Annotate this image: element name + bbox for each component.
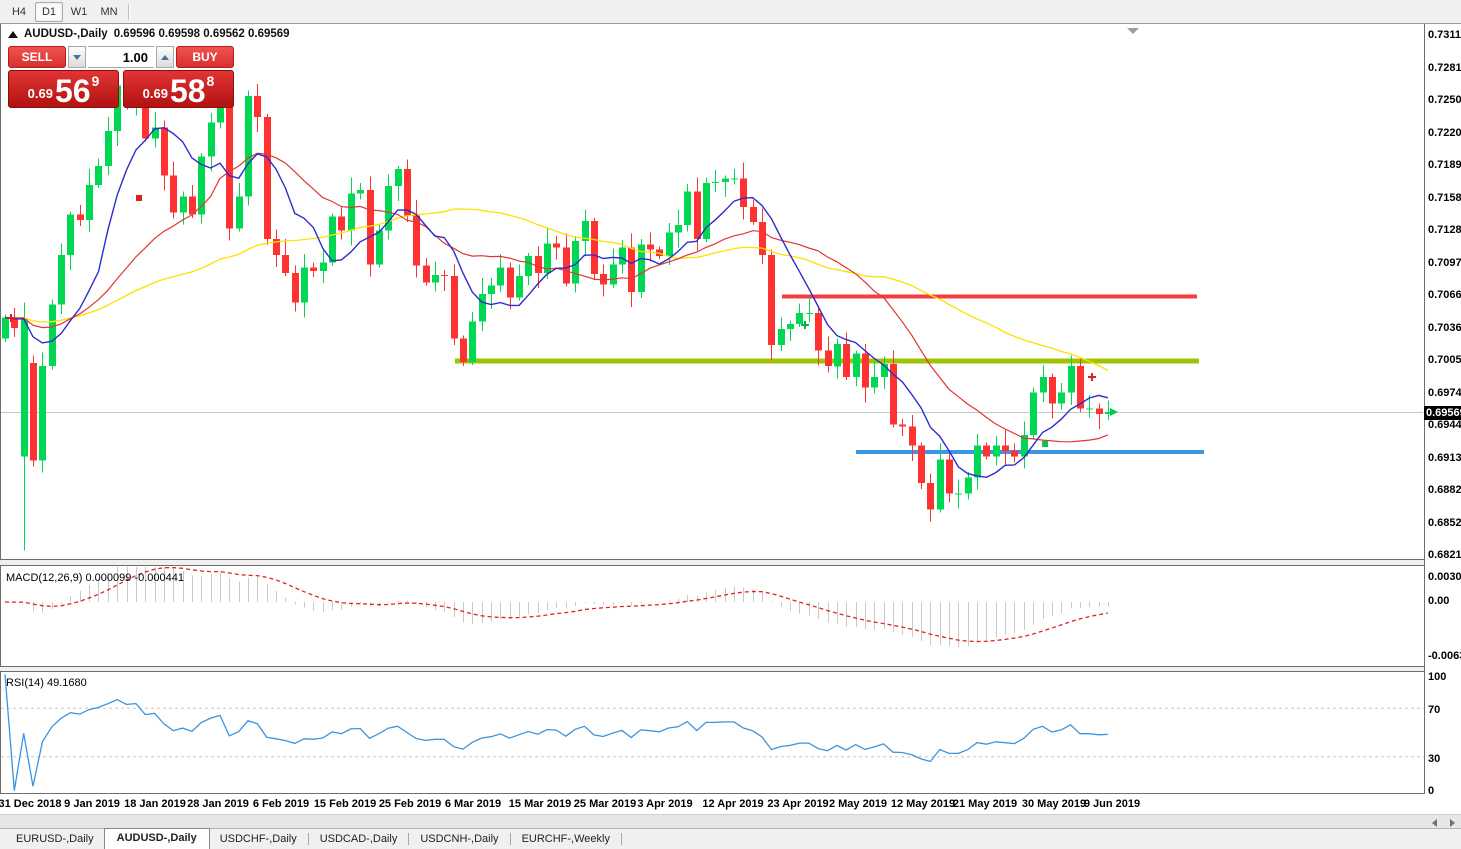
toolbar-separator bbox=[128, 4, 130, 20]
macd-axis-label: 0.00 bbox=[1428, 595, 1449, 607]
price-axis-label: 0.69745 bbox=[1428, 387, 1461, 399]
chart-ohlc-values: 0.69596 0.69598 0.69562 0.69569 bbox=[114, 28, 290, 40]
time-axis-label: 6 Mar 2019 bbox=[445, 798, 501, 810]
tab-separator bbox=[621, 833, 622, 845]
price-axis-label: 0.71280 bbox=[1428, 224, 1461, 236]
timeframe-button-d1[interactable]: D1 bbox=[35, 2, 63, 22]
sell-price-base: 0.69 bbox=[28, 86, 53, 101]
tab-separator bbox=[308, 833, 309, 845]
price-axis-label: 0.71585 bbox=[1428, 192, 1461, 204]
buy-price-big: 58 bbox=[170, 77, 206, 105]
time-axis-label: 12 Apr 2019 bbox=[702, 798, 763, 810]
price-axis-label: 0.68210 bbox=[1428, 549, 1461, 561]
macd-axis-label: 0.003035 bbox=[1428, 571, 1461, 583]
volume-decrease-button[interactable] bbox=[68, 46, 86, 68]
tab-separator bbox=[510, 833, 511, 845]
time-axis-label: 28 Jan 2019 bbox=[187, 798, 249, 810]
volume-input[interactable] bbox=[88, 46, 154, 68]
time-axis-label: 15 Mar 2019 bbox=[509, 798, 571, 810]
price-axis-label: 0.72505 bbox=[1428, 94, 1461, 106]
time-axis-label: 23 Apr 2019 bbox=[767, 798, 828, 810]
macd-label: MACD(12,26,9) 0.000099 -0.000441 bbox=[6, 572, 184, 584]
bottom-scroll-strip bbox=[0, 814, 1461, 829]
rsi-axis-label: 0 bbox=[1428, 785, 1434, 797]
chart-scroll-marker-icon[interactable] bbox=[1127, 28, 1139, 34]
rsi-label: RSI(14) 49.1680 bbox=[6, 677, 87, 689]
arrow-down-icon bbox=[73, 55, 81, 60]
time-axis-label: 12 May 2019 bbox=[891, 798, 955, 810]
sell-price-tile[interactable]: 0.69 56 9 bbox=[8, 70, 119, 108]
sell-price-big: 56 bbox=[55, 77, 91, 105]
chart-symbol-label: AUDUSD-,Daily bbox=[24, 28, 108, 40]
price-axis-label: 0.71890 bbox=[1428, 159, 1461, 171]
chart-tab-eurchf[interactable]: EURCHF-,Weekly bbox=[512, 830, 620, 849]
tab-separator bbox=[408, 833, 409, 845]
time-axis-label: 25 Feb 2019 bbox=[379, 798, 441, 810]
rsi-axis-label: 100 bbox=[1428, 671, 1446, 683]
chart-tab-usdcad[interactable]: USDCAD-,Daily bbox=[310, 830, 408, 849]
arrow-up-icon bbox=[161, 55, 169, 60]
timeframe-button-mn[interactable]: MN bbox=[95, 2, 123, 22]
price-axis-label: 0.70970 bbox=[1428, 257, 1461, 269]
price-axis-label: 0.68825 bbox=[1428, 484, 1461, 496]
current-price-tag: 0.69569 bbox=[1424, 406, 1461, 420]
macd-pane[interactable] bbox=[0, 566, 1425, 667]
price-axis-label: 0.70665 bbox=[1428, 289, 1461, 301]
chart-tab-eurusd[interactable]: EURUSD-,Daily bbox=[6, 830, 104, 849]
time-axis-label: 31 Dec 2018 bbox=[0, 798, 62, 810]
time-axis-label: 15 Feb 2019 bbox=[314, 798, 376, 810]
buy-button[interactable]: BUY bbox=[176, 46, 234, 68]
sell-price-sup: 9 bbox=[92, 73, 100, 89]
volume-increase-button[interactable] bbox=[156, 46, 174, 68]
time-axis-label: 9 Jan 2019 bbox=[64, 798, 120, 810]
chart-tab-bar: EURUSD-,DailyAUDUSD-,DailyUSDCHF-,DailyU… bbox=[0, 828, 1461, 849]
chart-tab-usdcnh[interactable]: USDCNH-,Daily bbox=[410, 830, 508, 849]
time-axis-label: 21 May 2019 bbox=[953, 798, 1017, 810]
chart-tab-audusd[interactable]: AUDUSD-,Daily bbox=[104, 828, 210, 849]
sell-button[interactable]: SELL bbox=[8, 46, 66, 68]
buy-price-base: 0.69 bbox=[143, 86, 168, 101]
scroll-right-icon[interactable] bbox=[1450, 819, 1455, 827]
price-axis-label: 0.72200 bbox=[1428, 127, 1461, 139]
macd-axis-label: -0.006311 bbox=[1428, 650, 1461, 662]
price-axis-label: 0.72810 bbox=[1428, 62, 1461, 74]
chart-title: AUDUSD-,Daily 0.69596 0.69598 0.69562 0.… bbox=[8, 28, 290, 40]
mt4-window: H4D1W1MN AUDUSD-,Daily 0.69596 0.69598 0… bbox=[0, 0, 1461, 849]
buy-price-tile[interactable]: 0.69 58 8 bbox=[123, 70, 234, 108]
price-axis-label: 0.73115 bbox=[1428, 29, 1461, 41]
scroll-left-icon[interactable] bbox=[1432, 819, 1437, 827]
one-click-trading-panel: SELL BUY 0.69 56 9 0.69 58 8 bbox=[8, 46, 234, 108]
timeframe-button-h4[interactable]: H4 bbox=[5, 2, 33, 22]
rsi-pane[interactable] bbox=[0, 672, 1425, 794]
time-axis-label: 18 Jan 2019 bbox=[124, 798, 186, 810]
rsi-axis-label: 70 bbox=[1428, 704, 1440, 716]
rsi-axis-label: 30 bbox=[1428, 753, 1440, 765]
timeframe-toolbar: H4D1W1MN bbox=[0, 0, 1461, 24]
price-axis-label: 0.68520 bbox=[1428, 517, 1461, 529]
time-axis-label: 9 Jun 2019 bbox=[1084, 798, 1140, 810]
time-axis-label: 25 Mar 2019 bbox=[574, 798, 636, 810]
price-axis-label: 0.70050 bbox=[1428, 354, 1461, 366]
time-axis-label: 30 May 2019 bbox=[1022, 798, 1086, 810]
time-axis[interactable]: 31 Dec 20189 Jan 2019 18 Jan 201928 Jan 2… bbox=[0, 794, 1424, 814]
timeframe-button-w1[interactable]: W1 bbox=[65, 2, 93, 22]
price-axis-label: 0.69130 bbox=[1428, 452, 1461, 464]
time-axis-label: 2 May 2019 bbox=[829, 798, 887, 810]
time-axis-label: 3 Apr 2019 bbox=[637, 798, 692, 810]
one-click-collapse-icon[interactable] bbox=[8, 31, 18, 38]
price-axis-label: 0.69440 bbox=[1428, 419, 1461, 431]
price-axis-label: 0.70360 bbox=[1428, 322, 1461, 334]
buy-price-sup: 8 bbox=[207, 73, 215, 89]
time-axis-label: 6 Feb 2019 bbox=[253, 798, 309, 810]
chart-tab-usdchf[interactable]: USDCHF-,Daily bbox=[210, 830, 307, 849]
